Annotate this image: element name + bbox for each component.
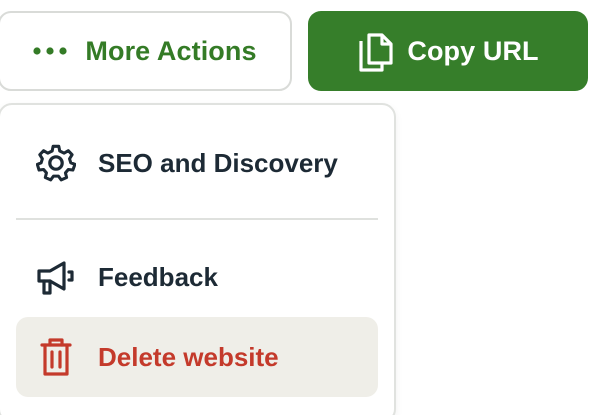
more-actions-menu: SEO and Discovery Feedback Delete websit… [0, 103, 396, 415]
trash-icon [36, 337, 76, 377]
copy-icon [357, 29, 395, 73]
gear-icon [36, 143, 76, 183]
more-actions-button[interactable]: More Actions [0, 11, 292, 91]
menu-item-label: Feedback [98, 261, 218, 292]
copy-url-button[interactable]: Copy URL [308, 11, 588, 91]
more-actions-label: More Actions [85, 35, 257, 66]
menu-item-delete-website[interactable]: Delete website [16, 317, 378, 397]
menu-item-label: SEO and Discovery [98, 147, 338, 178]
menu-item-label: Delete website [98, 341, 279, 372]
menu-divider [16, 218, 378, 220]
page: More Actions Copy URL SEO and Discovery [0, 0, 590, 415]
more-dots-icon [33, 47, 67, 55]
megaphone-icon [36, 257, 76, 297]
copy-url-label: Copy URL [407, 35, 539, 66]
menu-item-seo-and-discovery[interactable]: SEO and Discovery [16, 123, 378, 203]
menu-item-feedback[interactable]: Feedback [16, 237, 378, 317]
